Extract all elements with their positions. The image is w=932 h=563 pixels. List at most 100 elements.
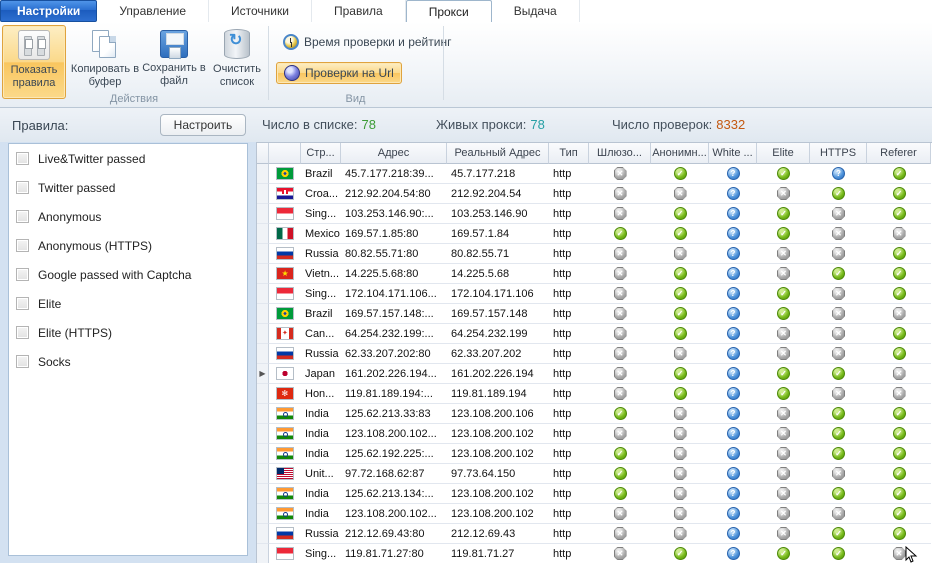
clear-list-button[interactable]: Очистить список (208, 25, 266, 99)
cross-icon: ✕ (832, 207, 845, 220)
referer-status-cell: ✓ (867, 164, 931, 184)
column-header-0[interactable] (257, 143, 269, 164)
table-row[interactable]: India123.108.200.102...123.108.200.102ht… (257, 424, 932, 444)
rule-checkbox[interactable] (16, 268, 29, 281)
column-header-Стр...[interactable]: Стр... (301, 143, 341, 164)
table-row[interactable]: Mexico169.57.1.85:80169.57.1.84http✓✓?✓✕… (257, 224, 932, 244)
gateway-status-cell: ✕ (589, 184, 651, 204)
table-row[interactable]: Unit...97.72.168.62:8797.73.64.150http✓✕… (257, 464, 932, 484)
rule-row-7[interactable]: Socks (9, 347, 247, 376)
https-status-cell: ✓ (810, 484, 867, 504)
referer-status-cell: ✓ (867, 264, 931, 284)
rule-row-6[interactable]: Elite (HTTPS) (9, 318, 247, 347)
check-icon: ✓ (893, 187, 906, 200)
tab-5[interactable]: Выдача (492, 0, 580, 22)
gateway-status-cell: ✕ (589, 384, 651, 404)
rule-row-1[interactable]: Twitter passed (9, 173, 247, 202)
rule-row-5[interactable]: Elite (9, 289, 247, 318)
whitelist-status-cell: ? (709, 424, 757, 444)
save-to-file-button[interactable]: Сохранить в файл (142, 25, 206, 99)
table-row[interactable]: Sing...119.81.71.27:80119.81.71.27http✕✓… (257, 544, 932, 563)
rule-row-2[interactable]: Anonymous (9, 202, 247, 231)
column-header-Шлюзо...[interactable]: Шлюзо... (589, 143, 651, 164)
question-icon: ? (727, 287, 740, 300)
rule-checkbox[interactable] (16, 326, 29, 339)
check-icon: ✓ (893, 327, 906, 340)
real-address-cell: 123.108.200.102 (447, 504, 549, 524)
rule-checkbox[interactable] (16, 239, 29, 252)
anonymity-status-cell: ✕ (651, 424, 709, 444)
hr-flag-icon (277, 188, 293, 199)
flag-cell (269, 444, 301, 464)
column-header-Elite[interactable]: Elite (757, 143, 810, 164)
check-icon: ✓ (893, 427, 906, 440)
table-row[interactable]: India125.62.213.33:83123.108.200.106http… (257, 404, 932, 424)
address-cell: 212.12.69.43:80 (341, 524, 447, 544)
column-header-Анонимн...[interactable]: Анонимн... (651, 143, 709, 164)
stat-check-count: Число проверок:8332 (612, 117, 745, 132)
address-cell: 14.225.5.68:80 (341, 264, 447, 284)
gateway-status-cell: ✕ (589, 284, 651, 304)
column-header-Реальный Адрес[interactable]: Реальный Адрес (447, 143, 549, 164)
check-icon: ✓ (614, 407, 627, 420)
tab-0[interactable]: Настройки (0, 0, 97, 22)
table-row[interactable]: Hon...119.81.189.194:...119.81.189.194ht… (257, 384, 932, 404)
tab-4[interactable]: Прокси (406, 0, 492, 22)
cross-icon: ✕ (614, 547, 627, 560)
country-cell: Can... (301, 324, 341, 344)
tab-2[interactable]: Источники (209, 0, 312, 22)
rule-row-4[interactable]: Google passed with Captcha (9, 260, 247, 289)
rule-checkbox[interactable] (16, 152, 29, 165)
copy-to-clipboard-button[interactable]: Копировать в буфер (70, 25, 140, 99)
column-header-Адрес[interactable]: Адрес (341, 143, 447, 164)
rule-checkbox[interactable] (16, 210, 29, 223)
rule-checkbox[interactable] (16, 181, 29, 194)
question-icon: ? (727, 427, 740, 440)
sg-flag-icon (277, 548, 293, 559)
gateway-status-cell: ✕ (589, 524, 651, 544)
gateway-status-cell: ✓ (589, 404, 651, 424)
check-time-rating-button[interactable]: Время проверки и рейтинг (276, 31, 458, 53)
table-row[interactable]: Russia80.82.55.71:8080.82.55.71http✕✕?✕✕… (257, 244, 932, 264)
real-address-cell: 119.81.71.27 (447, 544, 549, 563)
tab-1[interactable]: Управление (97, 0, 209, 22)
column-header-Referer[interactable]: Referer (867, 143, 931, 164)
table-row[interactable]: Sing...172.104.171.106...172.104.171.106… (257, 284, 932, 304)
table-row[interactable]: India125.62.213.134:...123.108.200.102ht… (257, 484, 932, 504)
cross-icon: ✕ (674, 467, 687, 480)
https-status-cell: ✕ (810, 304, 867, 324)
checks-on-url-button[interactable]: Проверки на Url (276, 62, 402, 84)
clear-icon (224, 29, 250, 59)
table-row[interactable]: Brazil45.7.177.218:39...45.7.177.218http… (257, 164, 932, 184)
table-row[interactable]: Sing...103.253.146.90:...103.253.146.90h… (257, 204, 932, 224)
table-row[interactable]: India123.108.200.102...123.108.200.102ht… (257, 504, 932, 524)
tab-3[interactable]: Правила (312, 0, 406, 22)
column-header-White ...[interactable]: White ... (709, 143, 757, 164)
column-header-Тип[interactable]: Тип (549, 143, 589, 164)
in-flag-icon (277, 448, 293, 459)
rule-checkbox[interactable] (16, 355, 29, 368)
rule-row-3[interactable]: Anonymous (HTTPS) (9, 231, 247, 260)
save-label: Сохранить в файл (142, 62, 206, 88)
check-icon: ✓ (893, 527, 906, 540)
table-row[interactable]: Croa...212.92.204.54:80212.92.204.54http… (257, 184, 932, 204)
table-row[interactable]: Russia62.33.207.202:8062.33.207.202http✕… (257, 344, 932, 364)
column-header-1[interactable] (269, 143, 301, 164)
table-row[interactable]: Can...64.254.232.199:...64.254.232.199ht… (257, 324, 932, 344)
column-header-HTTPS[interactable]: HTTPS (810, 143, 867, 164)
ru-flag-icon (277, 528, 293, 539)
configure-rules-button[interactable]: Настроить (160, 114, 246, 136)
table-row[interactable]: Russia212.12.69.43:80212.12.69.43http✕✕?… (257, 524, 932, 544)
rule-checkbox[interactable] (16, 297, 29, 310)
whitelist-status-cell: ? (709, 484, 757, 504)
table-row[interactable]: India125.62.192.225:...123.108.200.102ht… (257, 444, 932, 464)
show-rules-button[interactable]: Показать правила (2, 25, 66, 99)
table-row[interactable]: Brazil169.57.157.148:...169.57.157.148ht… (257, 304, 932, 324)
question-icon: ? (727, 467, 740, 480)
rule-row-0[interactable]: Live&Twitter passed (9, 144, 247, 173)
table-row[interactable]: ▶Japan161.202.226.194...161.202.226.194h… (257, 364, 932, 384)
real-address-cell: 103.253.146.90 (447, 204, 549, 224)
table-row[interactable]: Vietn...14.225.5.68:8014.225.5.68http✕✓?… (257, 264, 932, 284)
real-address-cell: 161.202.226.194 (447, 364, 549, 384)
cross-icon: ✕ (614, 347, 627, 360)
